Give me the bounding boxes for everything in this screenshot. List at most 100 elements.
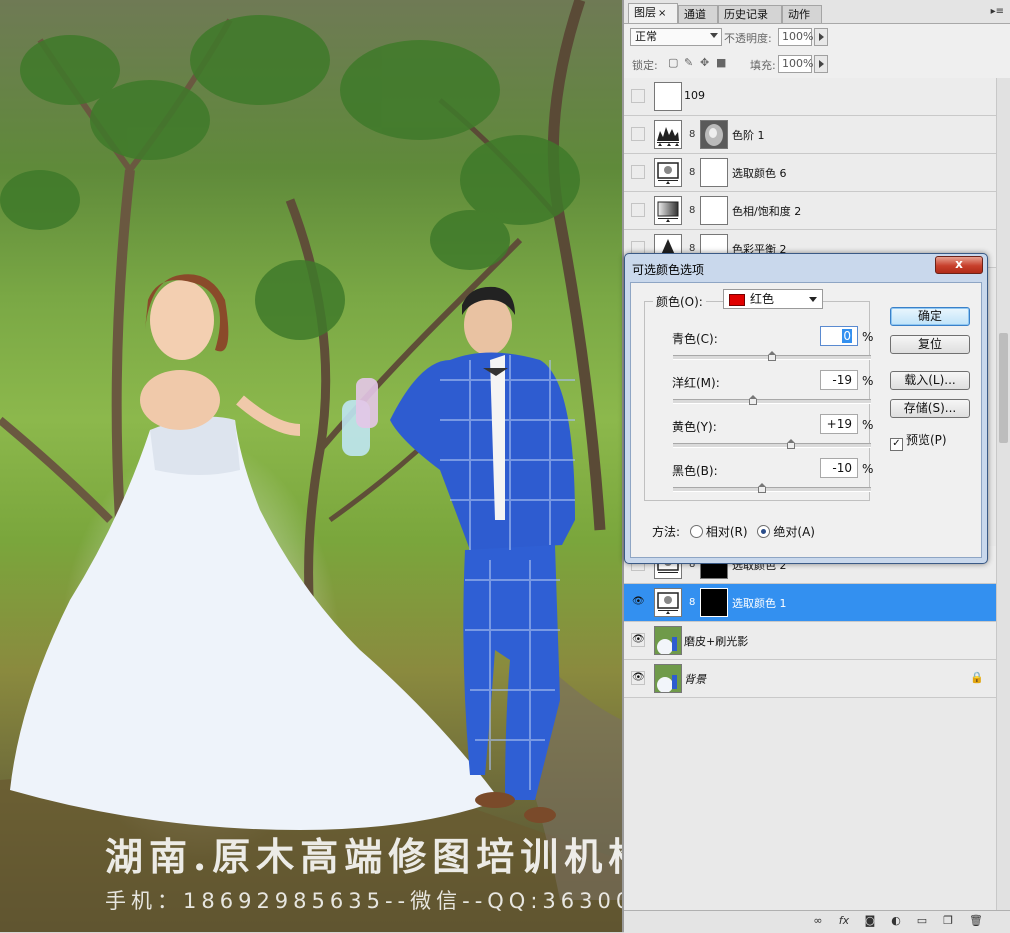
relative-radio[interactable] [689,525,703,538]
cyan-input[interactable]: 0 [820,326,858,346]
tab-history-label: 历史记录 [724,8,768,21]
close-icon[interactable]: × [658,8,666,19]
cyan-slider[interactable] [673,351,871,361]
save-button[interactable]: 存储(S)... [890,399,970,418]
fill-label: 填充: [750,59,776,72]
relative-label: 相对(R) [705,525,748,539]
eye-icon[interactable]: 👁 [631,633,645,647]
visibility-toggle[interactable] [631,89,645,103]
black-percent: % [862,462,874,476]
magenta-percent: % [862,374,874,388]
eye-icon[interactable]: 👁 [631,671,645,685]
layer-row-selected[interactable]: 👁 8 选取颜色 1 [624,584,996,622]
yellow-percent: % [862,418,874,432]
layer-row[interactable]: 8 色相/饱和度 2 [624,192,996,230]
load-button[interactable]: 载入(L)... [890,371,970,390]
lock-move-icon[interactable]: ✥ [700,56,709,69]
black-slider-handle[interactable] [758,483,767,493]
layer-list-scrollbar[interactable] [996,78,1010,910]
mask-thumbnail [700,588,728,617]
photo-scene [0,0,622,932]
layer-row[interactable]: 8 色阶 1 [624,116,996,154]
layer-row[interactable]: 109 [624,78,996,116]
visibility-toggle[interactable] [631,203,645,217]
magenta-slider-handle[interactable] [749,395,758,405]
color-select[interactable]: 红色 [723,289,823,309]
tab-actions-label: 动作 [788,8,810,21]
photo-thumbnail [654,664,682,693]
close-icon[interactable]: x [935,256,983,274]
black-input[interactable]: -10 [820,458,858,478]
scrollbar-thumb[interactable] [999,333,1008,443]
dialog-title: 可选颜色选项 [632,263,705,277]
selective-color-icon [654,588,682,617]
photo-canvas[interactable]: 湖南.原木高端修图培训机构出品 手机：18692985635--微信--QQ:3… [0,0,622,932]
visibility-toggle[interactable] [631,127,645,141]
lock-brush-icon[interactable]: ✎ [684,56,693,69]
adjustment-icon[interactable]: ◐ [888,914,904,928]
photo-thumbnail [654,626,682,655]
lock-icon: 🔒 [970,671,984,684]
lock-transparent-icon[interactable]: ▢ [668,56,678,69]
selective-color-icon [654,158,682,187]
layer-name: 背景 [684,673,706,686]
selective-color-dialog: 可选颜色选项 x 青色(C): 0 % 洋红(M): -19 % 黄色(Y): … [624,253,988,564]
layer-actions-bar: ∞ fx ◙ ◐ ▭ ❐ 🗑 [624,910,1010,933]
link-icon: 8 [689,597,696,608]
chevron-down-icon [710,33,718,38]
preview-checkbox[interactable]: ✓ 预览(P) [890,431,947,451]
visibility-toggle[interactable] [631,165,645,179]
color-adjust-group: 青色(C): 0 % 洋红(M): -19 % 黄色(Y): +19 % 黑色(… [644,301,874,501]
yellow-slider[interactable] [673,439,871,449]
tab-channels[interactable]: 通道 [678,5,718,23]
link-icon[interactable]: ∞ [810,914,826,928]
fx-icon[interactable]: fx [836,914,852,928]
yellow-slider-handle[interactable] [786,439,795,449]
layer-row[interactable]: 👁 背景 🔒 [624,660,996,698]
mask-icon[interactable]: ◙ [862,914,878,928]
new-layer-icon[interactable]: ❐ [940,914,956,928]
black-label: 黑色(B): [672,464,718,478]
layer-options-bar: 正常 不透明度: 100% 锁定: ▢ ✎ ✥ ■ 填充: 100% [624,23,1010,79]
magenta-input[interactable]: -19 [820,370,858,390]
blend-mode-select[interactable]: 正常 [630,28,722,46]
opacity-label: 不透明度: [724,32,772,45]
opacity-input[interactable]: 100% [778,28,813,46]
ok-button[interactable]: 确定 [890,307,970,326]
panel-menu-icon[interactable]: ▸≡ [991,6,1004,17]
hue-saturation-icon [654,196,682,225]
opacity-spinner[interactable] [814,28,828,46]
tab-actions[interactable]: 动作 [782,5,822,23]
tab-layers[interactable]: 图层 × [628,3,678,24]
method-label: 方法: [652,525,681,539]
fill-spinner[interactable] [814,55,828,73]
color-select-value: 红色 [750,292,775,306]
layer-name: 色相/饱和度 2 [732,205,802,218]
link-icon: 8 [689,167,696,178]
mask-thumbnail [700,120,728,149]
magenta-label: 洋红(M): [672,376,720,390]
cyan-slider-handle[interactable] [768,351,776,361]
reset-button[interactable]: 复位 [890,335,970,354]
layer-row[interactable]: 8 选取颜色 6 [624,154,996,192]
lock-all-icon[interactable]: ■ [716,56,726,69]
mask-thumbnail [700,196,728,225]
trash-icon[interactable]: 🗑 [968,914,984,928]
panel-tab-bar: 图层 × 通道 历史记录 动作 [628,3,1008,24]
method-group: 方法: 相对(R) 绝对(A) [652,523,815,540]
checkbox-checked-icon[interactable]: ✓ [890,438,903,451]
black-slider[interactable] [673,483,871,493]
tab-history[interactable]: 历史记录 [718,5,782,23]
fill-input[interactable]: 100% [778,55,813,73]
absolute-radio[interactable] [757,525,771,538]
layer-row[interactable]: 👁 磨皮+刷光影 [624,622,996,660]
color-swatch [729,294,745,306]
yellow-input[interactable]: +19 [820,414,858,434]
layer-name: 色阶 1 [732,129,765,142]
dialog-body: 青色(C): 0 % 洋红(M): -19 % 黄色(Y): +19 % 黑色(… [630,282,982,558]
magenta-slider[interactable] [673,395,871,405]
eye-icon[interactable]: 👁 [631,595,645,609]
group-icon[interactable]: ▭ [914,914,930,928]
color-label: 颜色(O): [653,293,706,310]
layer-name: 选取颜色 1 [732,597,787,610]
